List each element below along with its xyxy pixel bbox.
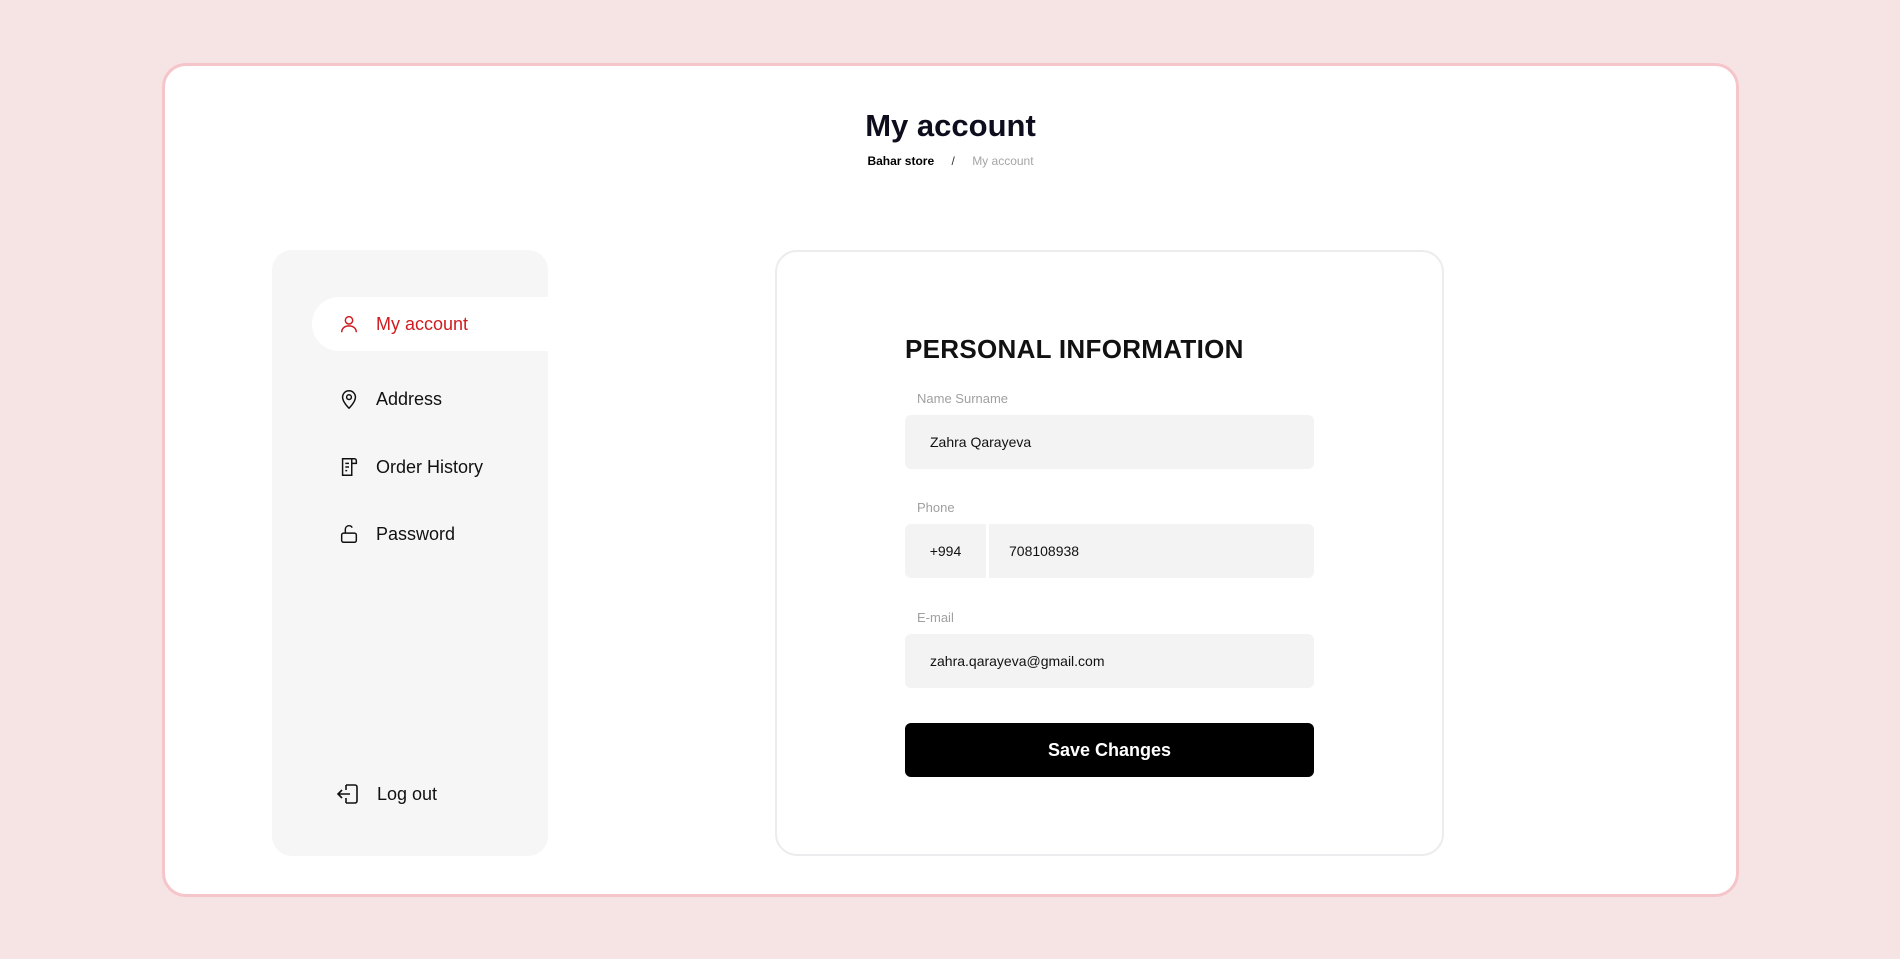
save-changes-button[interactable]: Save Changes bbox=[905, 723, 1314, 777]
name-surname-field[interactable]: Zahra Qarayeva bbox=[905, 415, 1314, 469]
personal-information-card: PERSONAL INFORMATION Name Surname Zahra … bbox=[775, 250, 1444, 856]
breadcrumb: Bahar store / My account bbox=[165, 154, 1736, 168]
name-label: Name Surname bbox=[917, 391, 1009, 406]
sidebar-item-label: Password bbox=[376, 523, 456, 544]
account-sidebar: My account Address Order History Passwor… bbox=[272, 250, 548, 856]
sidebar-item-label: My account bbox=[376, 313, 469, 334]
logout-label: Log out bbox=[377, 783, 438, 804]
lock-icon bbox=[337, 522, 361, 546]
logout-button[interactable]: Log out bbox=[334, 780, 437, 808]
sidebar-item-password[interactable]: Password bbox=[312, 507, 548, 561]
phone-country-code-select[interactable]: +994 bbox=[905, 524, 986, 578]
receipt-icon bbox=[337, 455, 361, 479]
breadcrumb-current: My account bbox=[972, 154, 1034, 168]
sidebar-item-order-history[interactable]: Order History bbox=[312, 440, 548, 494]
sidebar-item-my-account[interactable]: My account bbox=[312, 297, 548, 351]
sidebar-item-label: Address bbox=[376, 388, 443, 409]
map-pin-icon bbox=[337, 387, 361, 411]
sidebar-item-address[interactable]: Address bbox=[312, 372, 548, 426]
email-field[interactable]: zahra.qarayeva@gmail.com bbox=[905, 634, 1314, 688]
phone-number-field[interactable]: 708108938 bbox=[989, 524, 1314, 578]
user-icon bbox=[337, 312, 361, 336]
breadcrumb-home-link[interactable]: Bahar store bbox=[867, 154, 934, 168]
section-title: PERSONAL INFORMATION bbox=[905, 334, 1244, 364]
phone-label: Phone bbox=[917, 500, 955, 515]
page-title: My account bbox=[865, 108, 1036, 143]
email-label: E-mail bbox=[917, 610, 954, 625]
breadcrumb-separator: / bbox=[951, 154, 955, 168]
logout-icon bbox=[334, 780, 362, 808]
sidebar-item-label: Order History bbox=[376, 456, 484, 477]
account-page-frame: My account Bahar store / My account My a… bbox=[162, 63, 1739, 897]
